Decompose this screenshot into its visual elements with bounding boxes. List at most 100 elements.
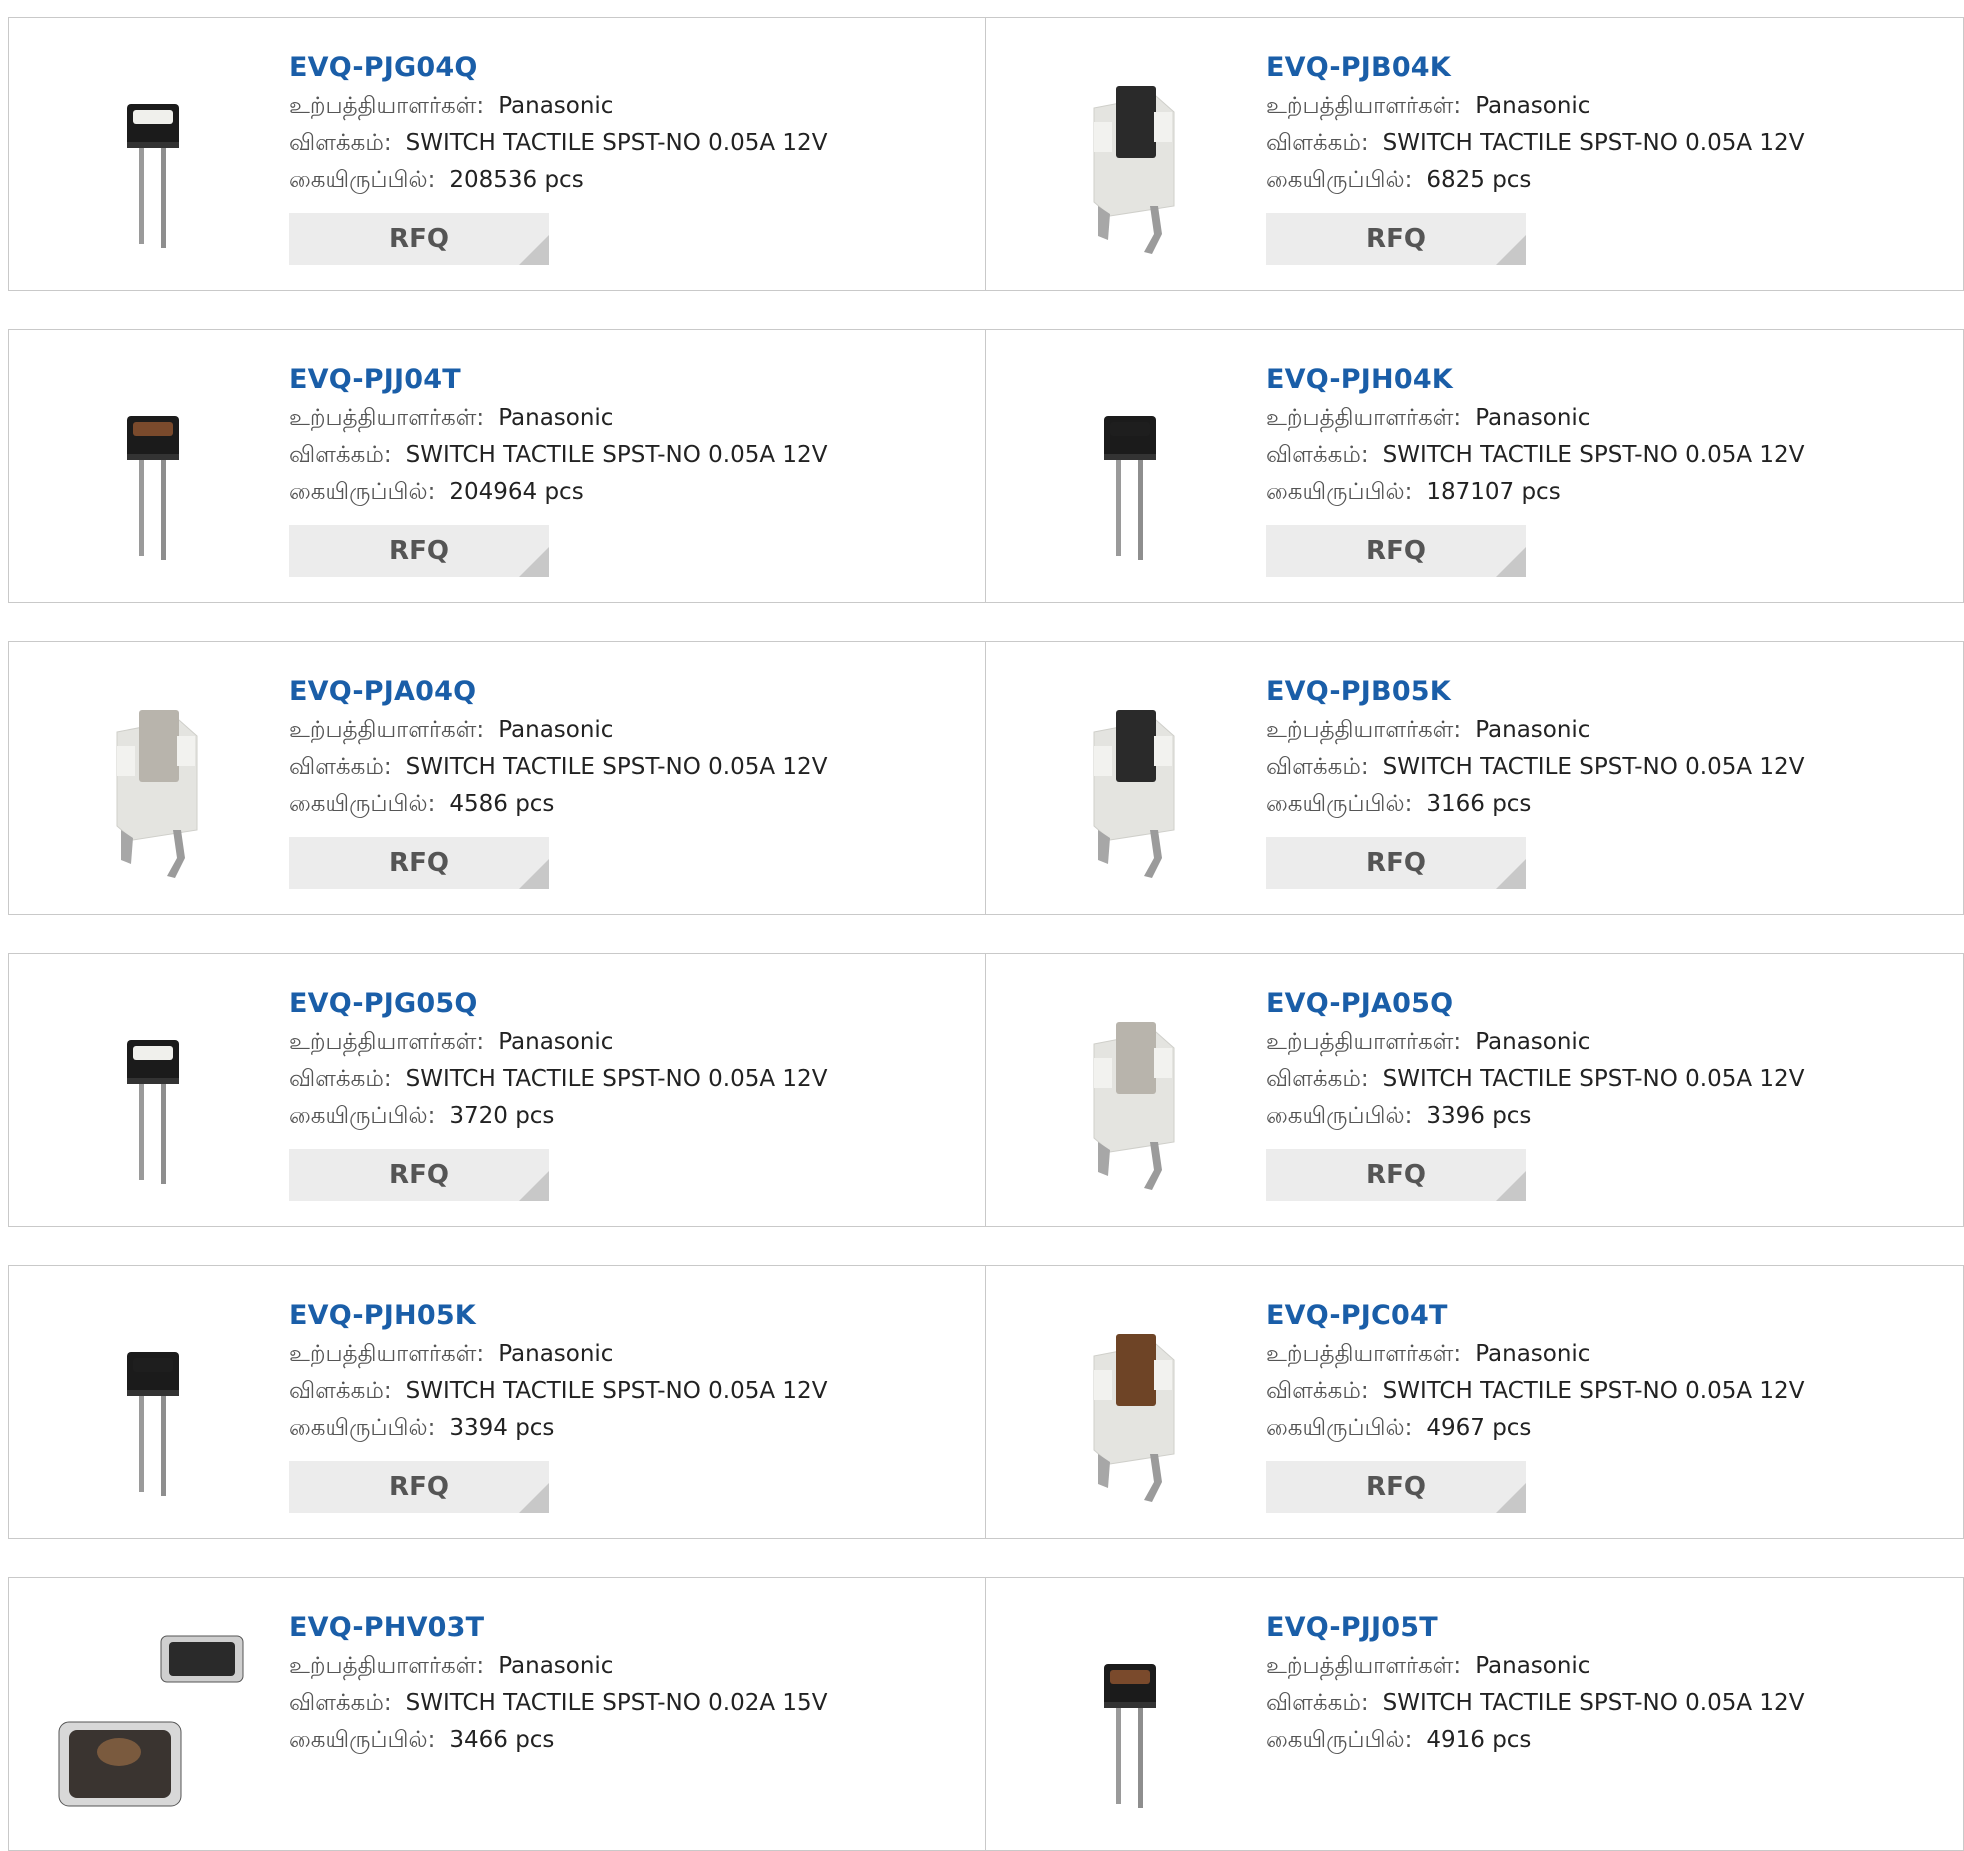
description-value: SWITCH TACTILE SPST-NO 0.05A 12V — [405, 1378, 828, 1404]
part-number-link[interactable]: EVQ-PJA05Q — [1266, 984, 1926, 1024]
product-card: EVQ-PJA05Q உற்பத்தியாளர்கள்: Panasonic வி… — [986, 953, 1964, 1227]
rfq-button[interactable]: RFQ — [289, 1461, 549, 1513]
button-corner-triangle — [1496, 1483, 1526, 1513]
product-card: EVQ-PJG05Q உற்பத்தியாளர்கள்: Panasonic வி… — [8, 953, 986, 1227]
manufacturer-value: Panasonic — [498, 1653, 614, 1679]
part-number-link[interactable]: EVQ-PJC04T — [1266, 1296, 1926, 1336]
product-card: EVQ-PHV03T உற்பத்தியாளர்கள்: Panasonic வி… — [8, 1577, 986, 1851]
manufacturer-label: உற்பத்தியாளர்கள்: — [289, 1029, 485, 1055]
part-number-link[interactable]: EVQ-PJG05Q — [289, 984, 949, 1024]
tactile-switch-vertical-black-actuator-icon — [1104, 416, 1156, 560]
button-corner-triangle — [519, 235, 549, 265]
stock-label: கையிருப்பில்: — [1266, 479, 1413, 505]
part-number-link[interactable]: EVQ-PJB04K — [1266, 48, 1926, 88]
description-value: SWITCH TACTILE SPST-NO 0.05A 12V — [405, 130, 828, 156]
stock-label: கையிருப்பில்: — [1266, 1103, 1413, 1129]
product-card: EVQ-PJH04K உற்பத்தியாளர்கள்: Panasonic வி… — [986, 329, 1964, 603]
rfq-label: RFQ — [389, 1472, 449, 1502]
product-image[interactable] — [51, 1304, 251, 1504]
product-card: EVQ-PJB05K உற்பத்தியாளர்கள்: Panasonic வி… — [986, 641, 1964, 915]
manufacturer-value: Panasonic — [1475, 405, 1591, 431]
part-number-link[interactable]: EVQ-PHV03T — [289, 1608, 949, 1648]
description-label: விளக்கம்: — [1266, 1066, 1369, 1092]
rfq-button[interactable]: RFQ — [289, 837, 549, 889]
description-label: விளக்கம்: — [1266, 442, 1369, 468]
rfq-button[interactable]: RFQ — [289, 1149, 549, 1201]
description-label: விளக்கம்: — [1266, 130, 1369, 156]
manufacturer-value: Panasonic — [1475, 717, 1591, 743]
product-card: EVQ-PJJ04T உற்பத்தியாளர்கள்: Panasonic வி… — [8, 329, 986, 603]
manufacturer-value: Panasonic — [1475, 1029, 1591, 1055]
part-number-link[interactable]: EVQ-PJB05K — [1266, 672, 1926, 712]
description-label: விளக்கம்: — [289, 754, 392, 780]
button-corner-triangle — [519, 1483, 549, 1513]
stock-label: கையிருப்பில்: — [289, 1415, 436, 1441]
tactile-switch-right-angle-grey-actuator-icon — [116, 710, 198, 878]
product-image[interactable] — [51, 680, 251, 880]
rfq-button[interactable]: RFQ — [1266, 525, 1526, 577]
stock-value: 3166 pcs — [1426, 791, 1532, 817]
manufacturer-value: Panasonic — [1475, 1653, 1591, 1679]
stock-label: கையிருப்பில்: — [289, 479, 436, 505]
button-corner-triangle — [519, 859, 549, 889]
rfq-button[interactable]: RFQ — [1266, 837, 1526, 889]
rfq-label: RFQ — [389, 536, 449, 566]
product-image[interactable] — [1028, 680, 1228, 880]
rfq-label: RFQ — [1366, 1160, 1426, 1190]
rfq-label: RFQ — [1366, 536, 1426, 566]
product-image[interactable] — [1028, 56, 1228, 256]
part-number-link[interactable]: EVQ-PJJ04T — [289, 360, 949, 400]
manufacturer-label: உற்பத்தியாளர்கள்: — [1266, 93, 1462, 119]
description-label: விளக்கம்: — [1266, 754, 1369, 780]
part-number-link[interactable]: EVQ-PJH05K — [289, 1296, 949, 1336]
manufacturer-value: Panasonic — [498, 405, 614, 431]
tactile-switch-right-angle-grey-actuator-icon — [1093, 1022, 1175, 1190]
tactile-switch-vertical-brown-actuator-icon — [127, 416, 179, 560]
rfq-button[interactable]: RFQ — [289, 213, 549, 265]
manufacturer-label: உற்பத்தியாளர்கள்: — [1266, 405, 1462, 431]
tactile-switch-right-angle-black-actuator-icon — [1093, 710, 1175, 878]
product-image[interactable] — [51, 992, 251, 1192]
product-image[interactable] — [1028, 1304, 1228, 1504]
rfq-button[interactable]: RFQ — [1266, 1149, 1526, 1201]
stock-label: கையிருப்பில்: — [1266, 1415, 1413, 1441]
product-image[interactable] — [51, 368, 251, 568]
rfq-label: RFQ — [389, 1160, 449, 1190]
manufacturer-value: Panasonic — [498, 717, 614, 743]
button-corner-triangle — [1496, 859, 1526, 889]
part-number-link[interactable]: EVQ-PJJ05T — [1266, 1608, 1926, 1648]
manufacturer-label: உற்பத்தியாளர்கள்: — [289, 1653, 485, 1679]
product-image[interactable] — [1028, 992, 1228, 1192]
product-card: EVQ-PJA04Q உற்பத்தியாளர்கள்: Panasonic வி… — [8, 641, 986, 915]
part-number-link[interactable]: EVQ-PJG04Q — [289, 48, 949, 88]
rfq-button[interactable]: RFQ — [1266, 213, 1526, 265]
stock-label: கையிருப்பில்: — [1266, 167, 1413, 193]
product-image[interactable] — [1028, 368, 1228, 568]
description-label: விளக்கம்: — [289, 1690, 392, 1716]
part-number-link[interactable]: EVQ-PJH04K — [1266, 360, 1926, 400]
product-row: EVQ-PJA04Q உற்பத்தியாளர்கள்: Panasonic வி… — [8, 641, 1964, 915]
product-card: EVQ-PJC04T உற்பத்தியாளர்கள்: Panasonic வி… — [986, 1265, 1964, 1539]
stock-value: 4916 pcs — [1426, 1727, 1532, 1753]
tactile-switch-vertical-black-actuator-icon — [127, 1352, 179, 1496]
stock-label: கையிருப்பில்: — [289, 1727, 436, 1753]
manufacturer-label: உற்பத்தியாளர்கள்: — [289, 1341, 485, 1367]
product-image[interactable] — [51, 56, 251, 256]
part-number-link[interactable]: EVQ-PJA04Q — [289, 672, 949, 712]
tactile-switch-right-angle-black-actuator-icon — [1093, 86, 1175, 254]
description-value: SWITCH TACTILE SPST-NO 0.05A 12V — [1382, 1378, 1805, 1404]
manufacturer-label: உற்பத்தியாளர்கள்: — [1266, 717, 1462, 743]
manufacturer-label: உற்பத்தியாளர்கள்: — [1266, 1029, 1462, 1055]
description-value: SWITCH TACTILE SPST-NO 0.05A 12V — [1382, 1066, 1805, 1092]
button-corner-triangle — [519, 1171, 549, 1201]
tactile-switch-smd-pair-icon — [58, 1635, 244, 1807]
stock-value: 3394 pcs — [449, 1415, 555, 1441]
stock-value: 208536 pcs — [449, 167, 584, 193]
rfq-button[interactable]: RFQ — [289, 525, 549, 577]
product-image[interactable] — [1028, 1616, 1228, 1816]
product-image[interactable] — [51, 1616, 251, 1816]
description-label: விளக்கம்: — [1266, 1690, 1369, 1716]
manufacturer-value: Panasonic — [1475, 93, 1591, 119]
description-label: விளக்கம்: — [289, 1066, 392, 1092]
rfq-button[interactable]: RFQ — [1266, 1461, 1526, 1513]
